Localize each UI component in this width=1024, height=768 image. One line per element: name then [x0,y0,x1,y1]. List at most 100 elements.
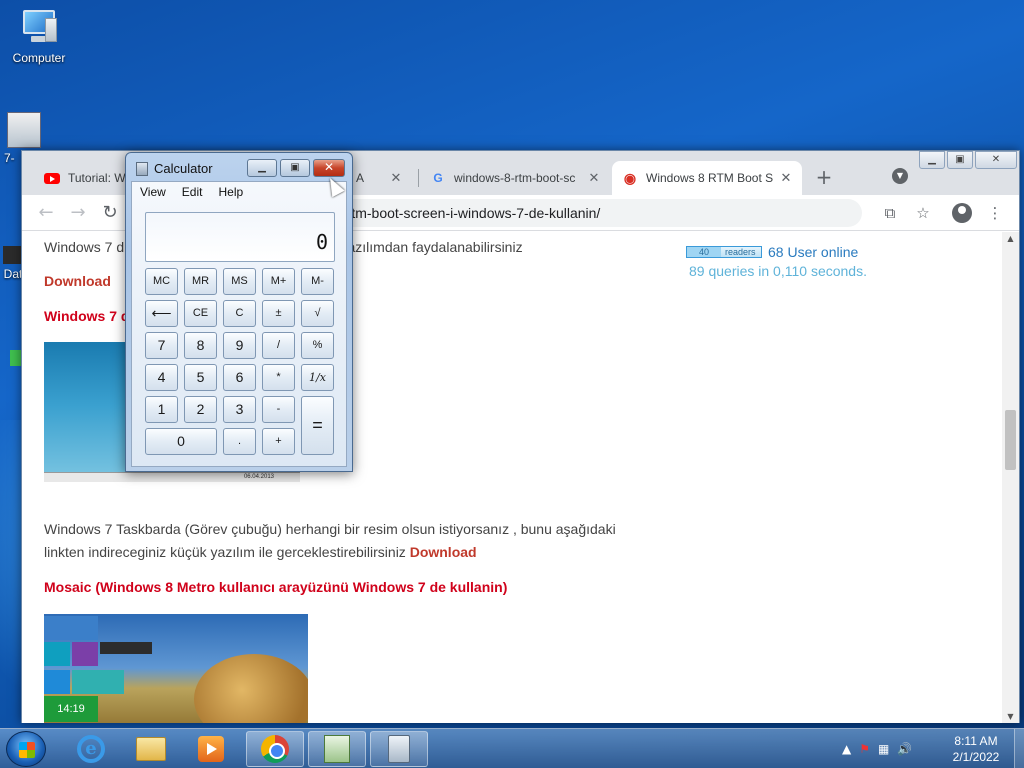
desktop-icon-computer[interactable]: Computer [4,8,74,65]
taskbar-explorer[interactable] [122,731,180,767]
back-arrow-icon[interactable]: ← [34,201,58,225]
volume-icon[interactable]: 🔊 [897,742,912,756]
calculator-body: View Edit Help 0 MC MR MS M+ M- ⟵ CE C ±… [131,181,347,467]
scroll-up-icon[interactable]: ▲ [1006,234,1015,243]
network-icon[interactable]: ▦ [878,742,889,756]
mosaic-screenshot-image[interactable]: 14:19 [44,614,308,723]
tab-windows-8-rtm[interactable]: ◉ Windows 8 RTM Boot S ✕ [612,161,802,195]
key-7[interactable]: 7 [145,332,178,359]
key-sqrt[interactable]: √ [301,300,334,327]
taskbar-paragraph-line1: Windows 7 Taskbarda (Görev çubuğu) herha… [44,521,616,537]
menu-help[interactable]: Help [210,185,251,199]
tab-google-search[interactable]: G windows-8-rtm-boot-sc ✕ [420,161,610,195]
calc-close-button[interactable]: ✕ [313,159,345,177]
key-plus-minus[interactable]: ± [262,300,295,327]
key-divide[interactable]: / [262,332,295,359]
taskbar-paragraph-line2: linkten indireceginiz küçük yazılım ile … [44,544,477,560]
queries-stat: 89 queries in 0,110 seconds. [689,263,867,279]
key-m-minus[interactable]: M- [301,268,334,295]
key-2[interactable]: 2 [184,396,217,423]
key-ce[interactable]: CE [184,300,217,327]
profile-avatar-icon[interactable] [952,203,972,223]
download-link-2[interactable]: Download [410,544,477,560]
menu-view[interactable]: View [132,185,174,199]
key-m-plus[interactable]: M+ [262,268,295,295]
close-tab-icon[interactable]: ✕ [778,170,794,186]
action-center-icon[interactable]: ⚑ [859,742,870,756]
tab-search-icon[interactable]: ▼ [892,168,908,184]
key-8[interactable]: 8 [184,332,217,359]
key-6[interactable]: 6 [223,364,256,391]
notepad-plus-icon [324,735,350,763]
tool-icon [7,112,41,148]
key-add[interactable]: + [262,428,295,455]
system-tray: ▲ ⚑ ▦ 🔊 [842,729,920,768]
calculator-title: Calculator [154,161,213,176]
key-mr[interactable]: MR [184,268,217,295]
key-1[interactable]: 1 [145,396,178,423]
reload-icon[interactable]: ↻ [98,201,122,225]
key-4[interactable]: 4 [145,364,178,391]
key-9[interactable]: 9 [223,332,256,359]
windows-logo-icon [19,742,35,758]
forward-arrow-icon[interactable]: → [66,201,90,225]
metro-tile [72,642,98,666]
key-percent[interactable]: % [301,332,334,359]
system-clock[interactable]: 8:11 AM 2/1/2022 [938,733,1014,765]
close-window-button[interactable]: ✕ [975,151,1017,169]
calculator-display: 0 [145,212,335,262]
menu-kebab-icon[interactable]: ⋮ [985,203,1005,223]
scroll-thumb[interactable] [1005,410,1016,470]
desktop-icon-label: Computer [12,51,66,65]
taskbar-ie[interactable]: e [62,731,120,767]
metro-tile [100,642,152,654]
key-multiply[interactable]: * [262,364,295,391]
calculator-menubar: View Edit Help [132,182,346,202]
weather-tile [72,670,124,694]
key-0[interactable]: 0 [145,428,217,455]
key-c[interactable]: C [223,300,256,327]
new-tab-button[interactable]: + [812,165,836,189]
menu-edit[interactable]: Edit [174,185,211,199]
taskbar-media-player[interactable] [182,731,240,767]
tray-overflow-icon[interactable]: ▲ [842,742,851,756]
key-reciprocal[interactable]: 1/x [301,364,334,391]
start-button[interactable] [6,731,46,767]
site-icon: ◉ [623,169,637,186]
page-scrollbar[interactable]: ▲ ▼ [1002,232,1019,723]
key-3[interactable]: 3 [223,396,256,423]
calc-maximize-button[interactable]: ▣ [280,159,310,177]
calc-minimize-button[interactable]: ▁ [247,159,277,177]
calculator-app-icon [136,161,148,176]
tab-title: windows-8-rtm-boot-sc [454,171,576,185]
translate-icon[interactable]: ⧉ [880,203,900,223]
calculator-window: Calculator ▁ ▣ ✕ View Edit Help 0 MC MR … [125,152,353,472]
metro-tile [44,642,70,666]
tab-title: A [356,171,365,185]
key-decimal[interactable]: . [223,428,256,455]
internet-explorer-icon: e [77,735,105,763]
close-tab-icon[interactable]: ✕ [586,170,602,186]
tab-title: Windows 8 RTM Boot S [646,171,774,185]
key-backspace[interactable]: ⟵ [145,300,178,327]
close-tab-icon[interactable]: ✕ [388,170,404,186]
show-desktop-button[interactable] [1014,729,1024,768]
taskbar-chrome[interactable] [246,731,304,767]
download-link-1[interactable]: Download [44,270,111,293]
metro-tile [44,616,98,640]
maximize-button[interactable]: ▣ [947,151,973,169]
key-5[interactable]: 5 [184,364,217,391]
key-equals[interactable]: = [301,396,334,455]
data-icon [3,246,23,264]
calculator-icon [388,735,410,763]
key-ms[interactable]: MS [223,268,256,295]
key-subtract[interactable]: - [262,396,295,423]
clock-tile: 14:19 [44,696,98,722]
key-mc[interactable]: MC [145,268,178,295]
taskbar-app[interactable] [308,731,366,767]
taskbar-calculator[interactable] [370,731,428,767]
scroll-down-icon[interactable]: ▼ [1006,712,1015,721]
bookmark-star-icon[interactable]: ☆ [913,203,933,223]
image-date: 06.04.2013 [243,474,274,480]
minimize-button[interactable]: ▁ [919,151,945,169]
